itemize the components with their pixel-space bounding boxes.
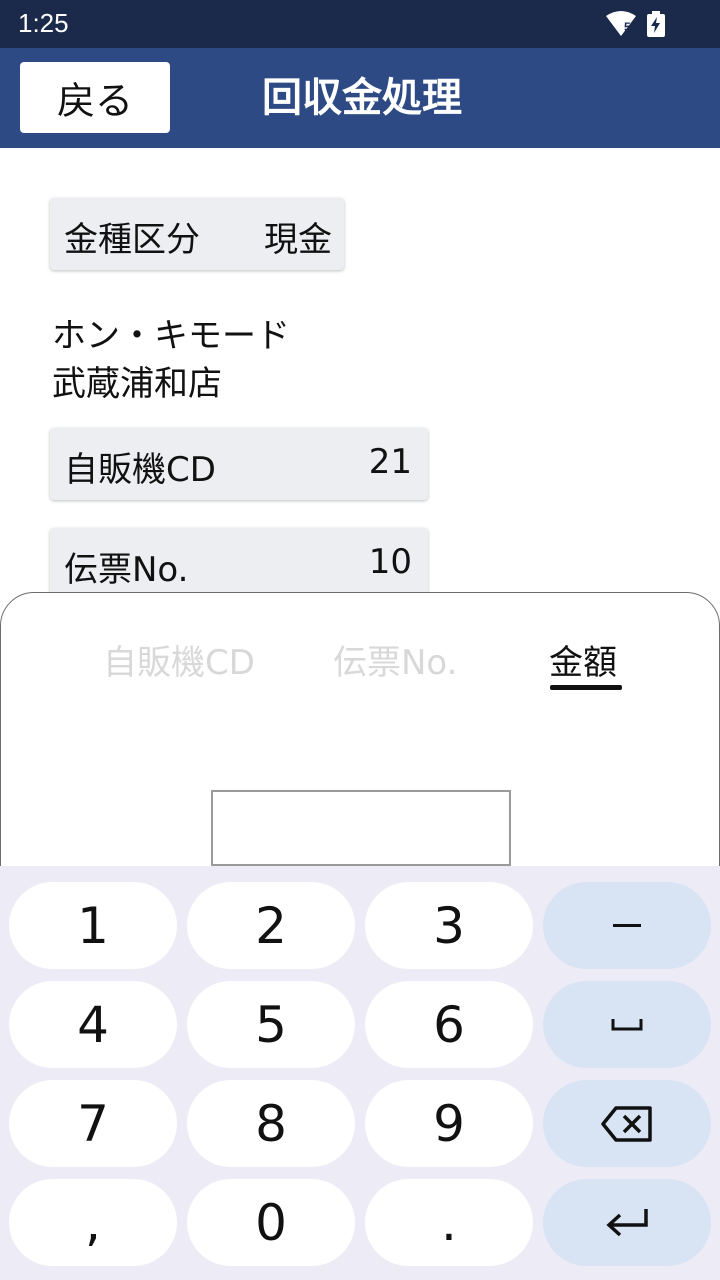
key-space[interactable]	[543, 981, 711, 1068]
tab-amount[interactable]: 金額	[549, 635, 617, 684]
key-backspace[interactable]	[543, 1080, 711, 1167]
key-enter[interactable]	[543, 1179, 711, 1266]
key-1[interactable]: 1	[9, 882, 177, 969]
key-2[interactable]: 2	[187, 882, 355, 969]
numeric-keyboard: 1 2 3 4 5 6 7 8 9 , 0 .	[0, 866, 720, 1280]
status-bar: 1:25 5	[0, 0, 720, 48]
app-bar: 戻る 回収金処理	[0, 48, 720, 148]
status-time: 1:25	[18, 8, 69, 38]
page-title: 回収金処理	[262, 75, 462, 121]
key-minus[interactable]	[543, 882, 711, 969]
slip-number-field[interactable]: 伝票No. 10	[50, 528, 428, 600]
wifi-icon	[606, 11, 636, 36]
wifi-badge: 5	[624, 20, 631, 34]
key-5[interactable]: 5	[187, 981, 355, 1068]
enter-icon	[606, 1208, 648, 1236]
key-comma[interactable]: ,	[9, 1179, 177, 1266]
cash-type-field: 金種区分 現金	[50, 198, 344, 270]
tab-slip-number[interactable]: 伝票No.	[333, 635, 457, 684]
key-0[interactable]: 0	[187, 1179, 355, 1266]
key-period[interactable]: .	[365, 1179, 533, 1266]
back-button[interactable]: 戻る	[20, 62, 170, 133]
cash-type-value: 現金	[264, 220, 332, 260]
key-9[interactable]: 9	[365, 1080, 533, 1167]
key-4[interactable]: 4	[9, 981, 177, 1068]
tab-vending-machine-cd[interactable]: 自販機CD	[103, 635, 255, 684]
backspace-icon	[601, 1105, 652, 1142]
store-name-line1: ホン・キモード	[52, 316, 290, 356]
slip-number-value: 10	[368, 542, 412, 582]
key-8[interactable]: 8	[187, 1080, 355, 1167]
key-6[interactable]: 6	[365, 981, 533, 1068]
active-tab-indicator	[550, 685, 622, 690]
key-7[interactable]: 7	[9, 1080, 177, 1167]
slip-number-label: 伝票No.	[64, 550, 189, 590]
key-3[interactable]: 3	[365, 882, 533, 969]
vending-machine-cd-label: 自販機CD	[64, 450, 216, 490]
vending-machine-cd-value: 21	[368, 442, 412, 482]
amount-input[interactable]	[211, 790, 511, 866]
vending-machine-cd-field[interactable]: 自販機CD 21	[50, 428, 428, 500]
store-name: ホン・キモード 武蔵浦和店	[52, 312, 290, 408]
battery-charging-icon	[647, 11, 665, 37]
minus-icon	[613, 923, 641, 927]
space-icon	[611, 1018, 643, 1030]
store-name-line2: 武蔵浦和店	[52, 364, 222, 404]
cash-type-label: 金種区分	[64, 220, 200, 260]
